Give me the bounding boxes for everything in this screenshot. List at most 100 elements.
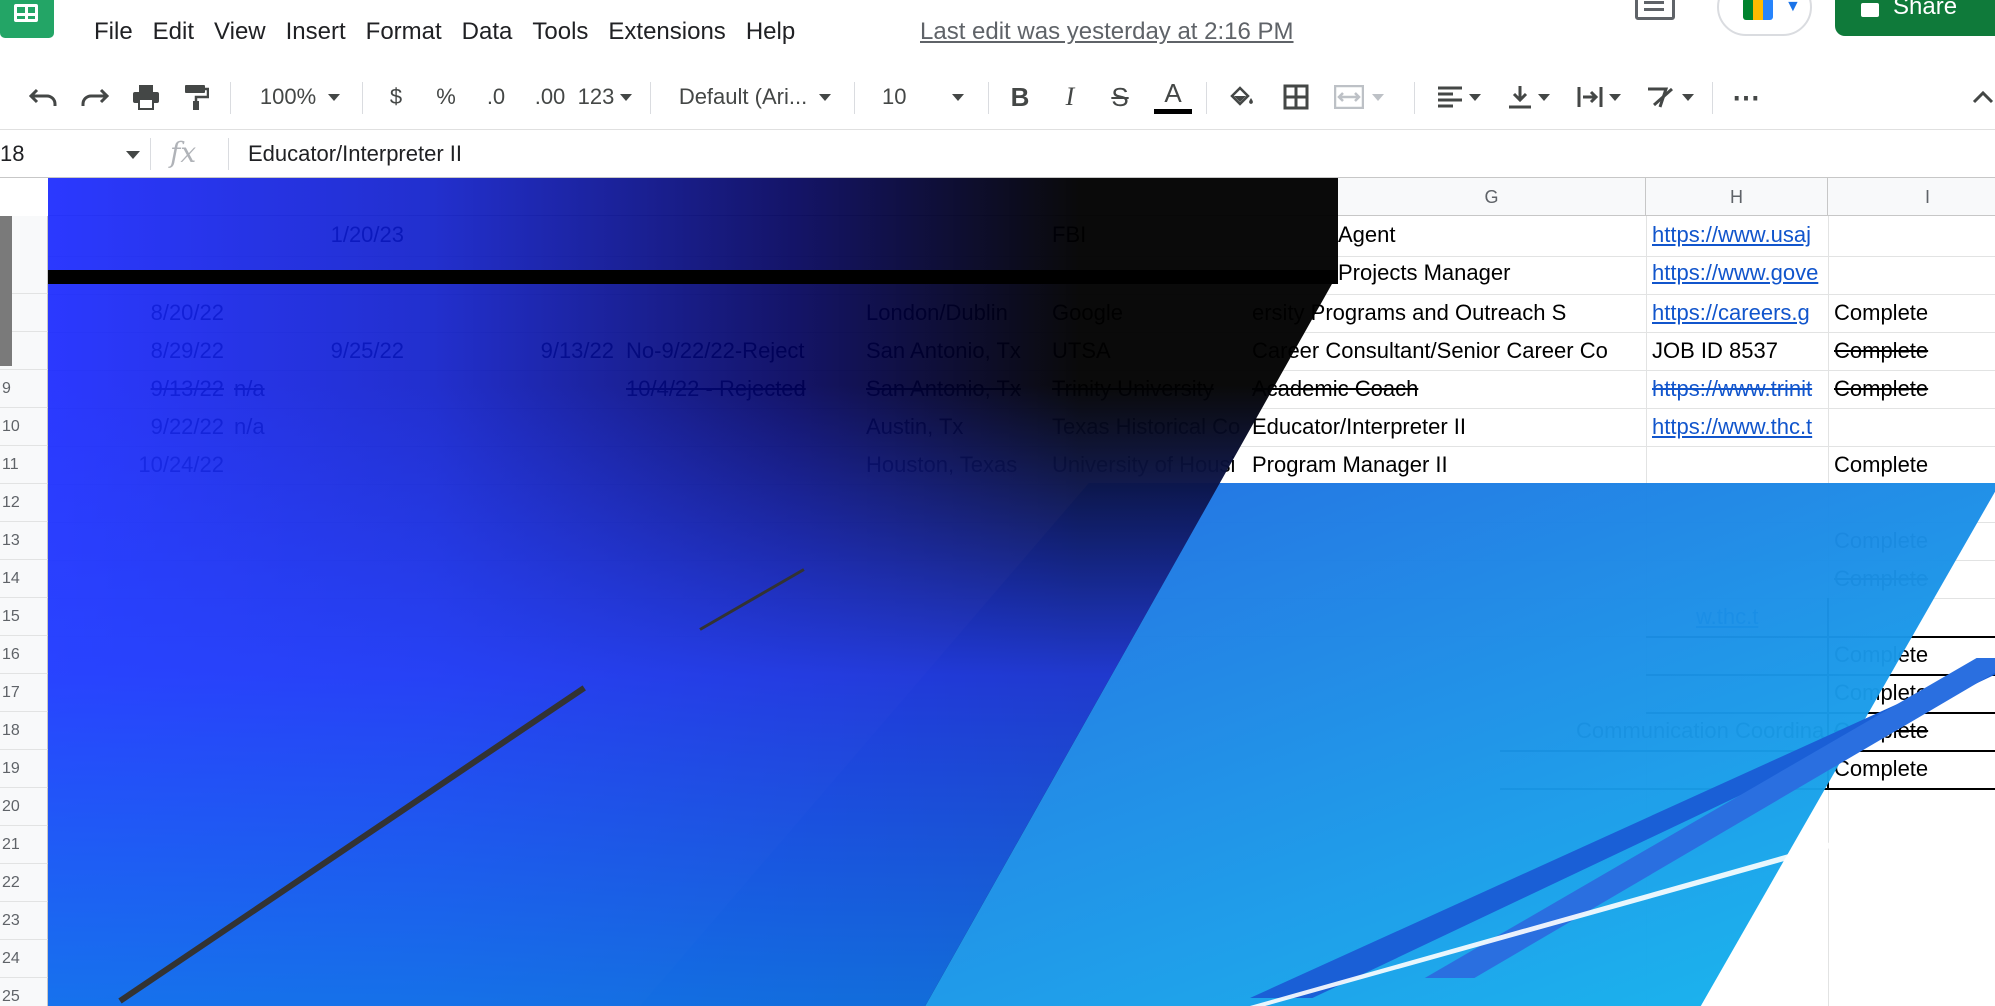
- menu-format[interactable]: Format: [356, 16, 452, 48]
- menu-help[interactable]: Help: [736, 16, 805, 48]
- row-header[interactable]: 9: [0, 370, 48, 408]
- vertical-align-icon[interactable]: [1500, 76, 1558, 118]
- cell-i-status[interactable]: Complete: [1828, 674, 1995, 712]
- text-rotation-icon[interactable]: [1640, 76, 1700, 118]
- cell-g[interactable]: Program Manager II: [1246, 446, 1646, 484]
- font-size-select[interactable]: 10: [872, 76, 982, 118]
- cell-g[interactable]: Projects Manager: [1338, 254, 1646, 292]
- fill-color-icon[interactable]: [1220, 76, 1264, 118]
- cell-f[interactable]: San Antonio, Tx: [860, 370, 1046, 408]
- row-header[interactable]: 16: [0, 636, 48, 674]
- menu-extensions[interactable]: Extensions: [598, 16, 735, 48]
- cell-h-link[interactable]: https://www.trinit: [1646, 370, 1828, 408]
- cell-f[interactable]: London/Dublin: [860, 294, 1046, 332]
- column-header-i[interactable]: I: [1828, 178, 1995, 216]
- borders-icon[interactable]: [1274, 76, 1318, 118]
- cell-c[interactable]: 9/25/22: [290, 332, 410, 370]
- spreadsheet-grid[interactable]: G H I 7 8 9 10 11 12 13 14 15 16 17 18 1…: [0, 178, 1995, 1006]
- font-family-select[interactable]: Default (Ari...: [670, 76, 840, 118]
- cell-e[interactable]: No-9/22/22-Reject: [620, 332, 860, 370]
- cell-h[interactable]: Communication Coordina: [1570, 712, 1828, 750]
- row-header[interactable]: 11: [0, 446, 48, 484]
- zoom-select[interactable]: 100%: [250, 76, 350, 118]
- cell-f2[interactable]: FBI: [1046, 216, 1246, 254]
- redo-icon[interactable]: [72, 76, 116, 118]
- row-header[interactable]: 14: [0, 560, 48, 598]
- row-header[interactable]: 22: [0, 864, 48, 902]
- cell-g[interactable]: ersity Programs and Outreach S: [1246, 294, 1646, 332]
- cell-h[interactable]: JOB ID 8537: [1646, 332, 1828, 370]
- share-button[interactable]: Share: [1835, 0, 1995, 36]
- undo-icon[interactable]: [22, 76, 66, 118]
- cell-i-status[interactable]: Complete: [1828, 522, 1995, 560]
- column-header-g[interactable]: G: [1338, 178, 1646, 216]
- cell-i-status[interactable]: Complete: [1828, 750, 1995, 788]
- horizontal-align-icon[interactable]: [1430, 76, 1488, 118]
- cell-g[interactable]: Agent: [1338, 216, 1646, 254]
- sheets-logo-icon[interactable]: [0, 0, 54, 38]
- meet-button[interactable]: ▼: [1717, 0, 1812, 36]
- collapse-menu-icon[interactable]: [1968, 76, 1995, 118]
- comment-history-icon[interactable]: [1635, 0, 1675, 20]
- cell-g[interactable]: Career Consultant/Senior Career Co: [1246, 332, 1646, 370]
- cell-f2[interactable]: Google: [1046, 294, 1246, 332]
- cell-b[interactable]: 9/13/22: [48, 370, 230, 408]
- cell-d[interactable]: 9/13/22: [500, 332, 620, 370]
- row-header[interactable]: 18: [0, 712, 48, 750]
- row-header[interactable]: 10: [0, 408, 48, 446]
- number-format-select[interactable]: 123: [574, 76, 636, 118]
- cell-h-link[interactable]: https://careers.g: [1646, 294, 1828, 332]
- cell-f2[interactable]: UTSA: [1046, 332, 1246, 370]
- row-header[interactable]: 25: [0, 978, 48, 1006]
- row-header[interactable]: 20: [0, 788, 48, 826]
- cell-e[interactable]: 10/4/22 - Rejected: [620, 370, 860, 408]
- text-color-button[interactable]: A: [1152, 76, 1194, 118]
- cell-f2[interactable]: Trinity University: [1046, 370, 1246, 408]
- cell-i-status[interactable]: Complete: [1828, 332, 1935, 370]
- row-header[interactable]: 13: [0, 522, 48, 560]
- strikethrough-button[interactable]: S: [1100, 76, 1140, 118]
- cell-b[interactable]: 8/20/22: [48, 294, 230, 332]
- cell-h-link[interactable]: https://www.thc.t: [1646, 408, 1828, 446]
- cell-f2[interactable]: Texas Historical Co: [1046, 408, 1246, 446]
- row-header[interactable]: 15: [0, 598, 48, 636]
- cell-c[interactable]: 1/20/23: [290, 216, 410, 254]
- increase-decimal-button[interactable]: .00: [524, 76, 576, 118]
- last-edit-link[interactable]: Last edit was yesterday at 2:16 PM: [920, 16, 1294, 48]
- cell-bb[interactable]: n/a: [230, 408, 290, 446]
- cell-f[interactable]: San Antonio, Tx: [860, 332, 1046, 370]
- cell-i-status[interactable]: Complete: [1828, 294, 1995, 332]
- cell-f[interactable]: Austin, Tx: [860, 408, 1046, 446]
- currency-format-button[interactable]: $: [376, 76, 416, 118]
- cell-i-status[interactable]: Complete: [1828, 636, 1995, 674]
- more-options-icon[interactable]: ⋯: [1724, 76, 1768, 118]
- cell-b[interactable]: 10/24/22: [48, 446, 230, 484]
- cell-f[interactable]: Houston, Texas: [860, 446, 1046, 484]
- menu-file[interactable]: File: [84, 16, 143, 48]
- menu-view[interactable]: View: [204, 16, 276, 48]
- cell-i-status[interactable]: Complete: [1828, 712, 1935, 750]
- cell-i-status[interactable]: Complete: [1828, 370, 1935, 408]
- row-header[interactable]: 17: [0, 674, 48, 712]
- formula-input[interactable]: Educator/Interpreter II: [248, 130, 462, 178]
- cell-bb[interactable]: n/a: [230, 370, 290, 408]
- row-header[interactable]: 23: [0, 902, 48, 940]
- menu-insert[interactable]: Insert: [276, 16, 356, 48]
- text-wrapping-icon[interactable]: [1570, 76, 1628, 118]
- row-header[interactable]: 24: [0, 940, 48, 978]
- merge-cells-icon[interactable]: [1326, 76, 1392, 118]
- print-icon[interactable]: [124, 76, 168, 118]
- row-header[interactable]: 21: [0, 826, 48, 864]
- bold-button[interactable]: B: [1000, 76, 1040, 118]
- cell-f2[interactable]: University of Housi: [1046, 446, 1246, 484]
- paint-format-icon[interactable]: [174, 76, 218, 118]
- row-header[interactable]: 12: [0, 484, 48, 522]
- name-box[interactable]: 18: [0, 130, 148, 178]
- italic-button[interactable]: I: [1050, 76, 1090, 118]
- row-header[interactable]: 8: [0, 332, 48, 370]
- percent-format-button[interactable]: %: [426, 76, 466, 118]
- cell-i-status[interactable]: Complete: [1828, 446, 1995, 484]
- cell-b[interactable]: 9/22/22: [48, 408, 230, 446]
- cell-g[interactable]: Educator/Interpreter II: [1246, 408, 1646, 446]
- row-header[interactable]: 19: [0, 750, 48, 788]
